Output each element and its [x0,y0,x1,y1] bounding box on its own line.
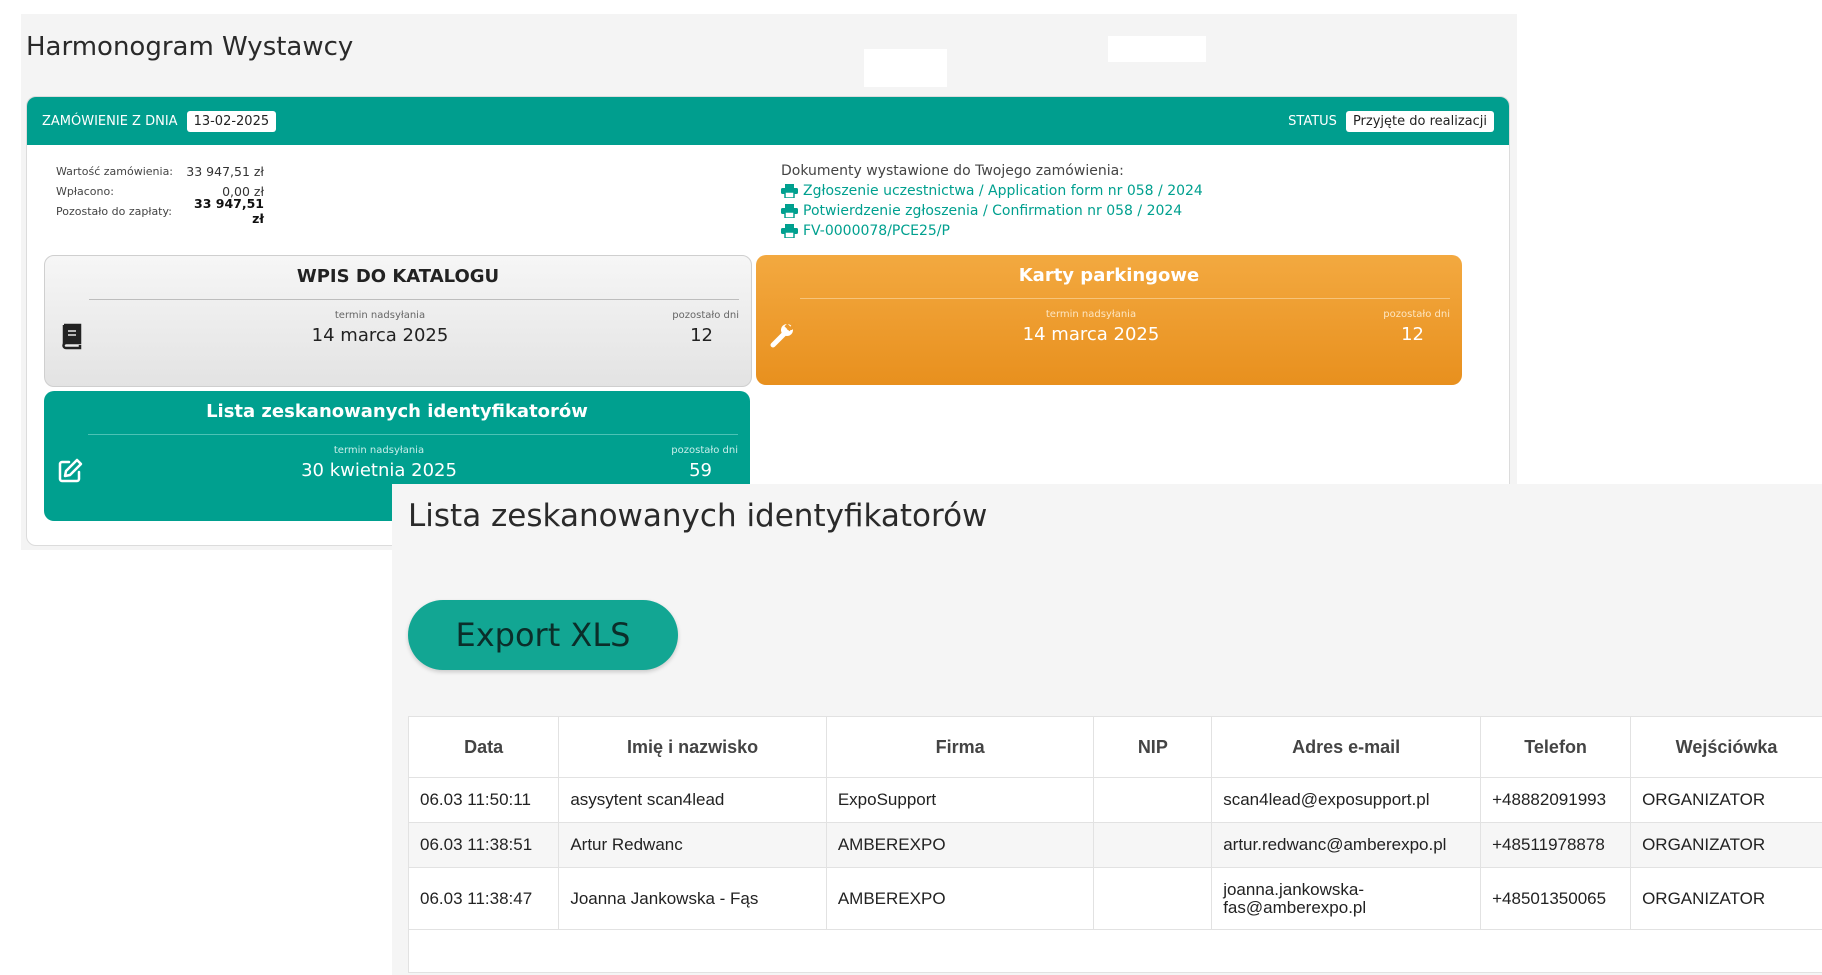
cell-phone: +48501350065 [1480,867,1632,930]
wrench-icon [770,322,795,348]
column-header-nip[interactable]: NIP [1093,717,1213,778]
scan-list-panel: Lista zeskanowanych identyfikatorów Expo… [392,484,1822,975]
order-date-badge: 13-02-2025 [186,110,277,132]
cell-phone: +48882091993 [1480,777,1632,823]
order-totals: Wartość zamówienia: 33 947,51 zł Wpłacon… [56,161,264,227]
total-value: 33 947,51 zł [186,163,264,179]
documents-list: Dokumenty wystawione do Twojego zamówien… [781,161,1203,241]
cell-ticket: ORGANIZATOR [1630,867,1822,930]
cell-nip [1093,777,1213,823]
tile-title: Karty parkingowe [1018,265,1200,286]
tile-divider [88,434,738,435]
document-label: Potwierdzenie zgłoszenia / Confirmation … [803,203,1183,219]
cell-name: asysytent scan4lead [558,777,827,823]
order-date-label: ZAMÓWIENIE Z DNIA [42,113,178,129]
cell-date: 06.03 11:38:51 [409,822,560,868]
document-label: Zgłoszenie uczestnictwa / Application fo… [803,183,1203,199]
deadline-label: termin nadsyłania [334,310,426,321]
table-row[interactable]: 06.03 11:38:51 Artur Redwanc AMBEREXPO a… [409,822,1822,868]
cell-name: Artur Redwanc [558,822,827,868]
document-link-confirmation[interactable]: Potwierdzenie zgłoszenia / Confirmation … [781,201,1203,221]
cell-nip [1093,822,1213,868]
documents-header: Dokumenty wystawione do Twojego zamówien… [781,163,1124,179]
tile-title: Lista zeskanowanych identyfikatorów [206,401,588,422]
blank-patch [864,49,947,87]
harmonogram-panel: Harmonogram Wystawcy ZAMÓWIENIE Z DNIA 1… [21,14,1517,550]
cell-nip [1093,867,1213,930]
cell-email: scan4lead@exposupport.pl [1211,777,1482,823]
order-header: ZAMÓWIENIE Z DNIA 13-02-2025 STATUS Przy… [27,97,1509,145]
export-xls-button[interactable]: Export XLS [408,600,678,670]
document-link-application[interactable]: Zgłoszenie uczestnictwa / Application fo… [781,181,1203,201]
total-row: Wartość zamówienia: 33 947,51 zł [56,161,264,181]
cell-ticket: ORGANIZATOR [1630,822,1822,868]
days-left-label: pozostało dni [672,310,739,321]
remaining-value: 33 947,51 zł [194,196,264,226]
cell-email: joanna.jankowska-fas@amberexpo.pl [1211,867,1482,930]
page-title: Harmonogram Wystawcy [26,32,354,62]
document-link-invoice[interactable]: FV-0000078/PCE25/P [781,221,1203,241]
tile-divider [89,299,739,300]
blank-patch [1108,36,1206,62]
cell-company: AMBEREXPO [826,867,1095,930]
cell-date: 06.03 11:50:11 [409,777,560,823]
table-row[interactable]: 06.03 11:38:47 Joanna Jankowska - Fąs AM… [409,867,1822,930]
printer-icon [781,204,798,218]
remaining-label: Pozostało do zapłaty: [56,204,172,218]
scan-table: Data Imię i nazwisko Firma NIP Adres e-m… [409,717,1822,930]
table-row[interactable]: 06.03 11:50:11 asysytent scan4lead ExpoS… [409,777,1822,823]
scan-table-container: Data Imię i nazwisko Firma NIP Adres e-m… [408,716,1822,973]
column-header-email[interactable]: Adres e-mail [1211,717,1482,778]
cell-date: 06.03 11:38:47 [409,867,560,930]
cell-email: artur.redwanc@amberexpo.pl [1211,822,1482,868]
tile-divider [800,298,1450,299]
status-badge: Przyjęte do realizacji [1345,110,1494,132]
column-header-company[interactable]: Firma [826,717,1095,778]
deadline-value: 14 marca 2025 [1022,324,1160,345]
edit-icon [58,458,83,483]
printer-icon [781,184,798,198]
document-label: FV-0000078/PCE25/P [803,223,950,239]
cell-name: Joanna Jankowska - Fąs [558,867,827,930]
remaining-row: Pozostało do zapłaty: 33 947,51 zł [56,196,264,226]
total-label: Wartość zamówienia: [56,164,174,178]
paid-label: Wpłacono: [56,184,114,198]
printer-icon [781,224,798,238]
days-left-value: 12 [1401,324,1424,345]
scan-list-title: Lista zeskanowanych identyfikatorów [408,498,988,534]
tile-catalog-entry[interactable]: WPIS DO KATALOGU termin nadsyłania 14 ma… [44,255,752,387]
cell-phone: +48511978878 [1480,822,1632,868]
column-header-phone[interactable]: Telefon [1480,717,1632,778]
column-header-date[interactable]: Data [409,717,560,778]
cell-company: AMBEREXPO [826,822,1095,868]
tile-title: WPIS DO KATALOGU [296,266,500,287]
days-left-label: pozostało dni [671,445,738,456]
deadline-value: 14 marca 2025 [311,325,449,346]
deadline-label: termin nadsyłania [333,445,425,456]
deadline-label: termin nadsyłania [1045,309,1137,320]
table-header-row: Data Imię i nazwisko Firma NIP Adres e-m… [409,717,1822,778]
column-header-ticket[interactable]: Wejściówka [1630,717,1822,778]
deadline-value: 30 kwietnia 2025 [301,460,457,481]
days-left-value: 59 [689,460,712,481]
cell-company: ExpoSupport [826,777,1095,823]
order-card: ZAMÓWIENIE Z DNIA 13-02-2025 STATUS Przy… [26,96,1510,546]
status-label: STATUS [1288,113,1337,129]
days-left-label: pozostało dni [1383,309,1450,320]
tile-parking-cards[interactable]: Karty parkingowe termin nadsyłania 14 ma… [756,255,1462,385]
cell-ticket: ORGANIZATOR [1630,777,1822,823]
days-left-value: 12 [690,325,713,346]
column-header-name[interactable]: Imię i nazwisko [558,717,827,778]
book-icon [62,323,82,350]
